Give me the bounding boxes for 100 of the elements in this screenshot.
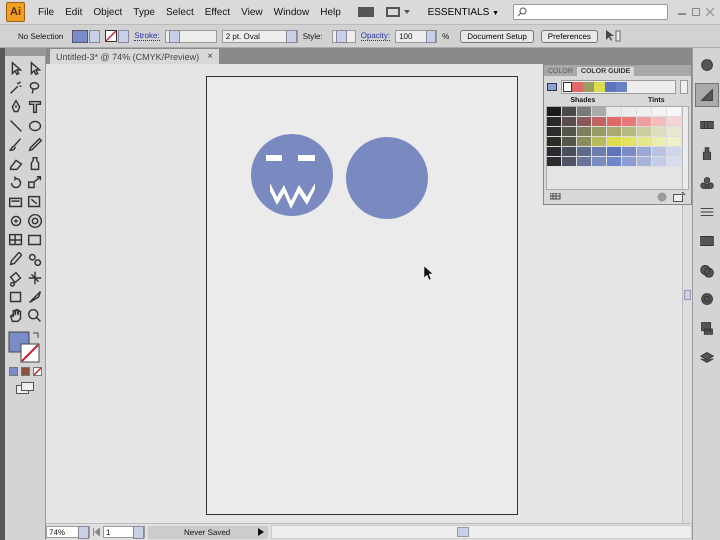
bridge-icon[interactable] bbox=[356, 5, 375, 19]
color-swatch[interactable] bbox=[562, 107, 577, 118]
stroke-color-dropdown[interactable] bbox=[105, 30, 130, 42]
menu-item[interactable]: Edit bbox=[60, 6, 88, 18]
opacity-label[interactable]: Opacity: bbox=[360, 31, 390, 41]
color-swatch[interactable] bbox=[652, 157, 667, 168]
color-swatch[interactable] bbox=[592, 127, 607, 138]
color-swatch[interactable] bbox=[547, 107, 562, 118]
menu-item[interactable]: File bbox=[33, 6, 60, 18]
color-swatch[interactable] bbox=[577, 157, 592, 168]
color-swatch[interactable] bbox=[592, 117, 607, 128]
crosshair-icon[interactable] bbox=[26, 269, 44, 287]
menu-item[interactable]: View bbox=[236, 6, 269, 18]
swatch-limit-icon[interactable] bbox=[550, 193, 562, 201]
maximize-icon[interactable] bbox=[692, 8, 700, 16]
color-swatch[interactable] bbox=[667, 107, 682, 118]
menu-item[interactable]: Object bbox=[88, 6, 128, 18]
panel-scrollbar[interactable] bbox=[682, 107, 688, 189]
color-swatch[interactable] bbox=[607, 107, 622, 118]
color-swatch[interactable] bbox=[637, 147, 652, 158]
color-swatch[interactable] bbox=[652, 107, 667, 118]
color-swatch[interactable] bbox=[592, 107, 607, 118]
color-swatch[interactable] bbox=[637, 157, 652, 168]
search-field[interactable] bbox=[513, 4, 668, 20]
color-swatch[interactable] bbox=[637, 127, 652, 138]
gradient-swatch-icon[interactable] bbox=[694, 83, 718, 107]
gradient-mode-icon[interactable] bbox=[20, 367, 30, 376]
color-swatch[interactable] bbox=[577, 137, 592, 148]
color-swatch[interactable] bbox=[607, 137, 622, 148]
color-swatch[interactable] bbox=[577, 107, 592, 118]
color-swatch[interactable] bbox=[547, 117, 562, 128]
stroke-weight-field[interactable] bbox=[164, 30, 217, 42]
stroke-label[interactable]: Stroke: bbox=[134, 31, 160, 41]
pencil-icon[interactable] bbox=[26, 136, 44, 154]
harmony-swatch[interactable] bbox=[583, 82, 594, 92]
zoom-dropdown[interactable]: 74% bbox=[46, 526, 90, 538]
color-wheel-icon[interactable] bbox=[657, 192, 667, 202]
eyedropper-icon[interactable] bbox=[6, 250, 24, 268]
color-swatch[interactable] bbox=[667, 127, 682, 138]
brush-dropdown[interactable]: 2 pt. Oval bbox=[222, 30, 298, 42]
color-swatch[interactable] bbox=[652, 117, 667, 128]
color-swatch[interactable] bbox=[652, 127, 667, 138]
toolbar-button[interactable]: Document Setup bbox=[460, 30, 534, 42]
color-swatch[interactable] bbox=[667, 157, 682, 168]
close-icon[interactable] bbox=[706, 8, 714, 16]
color-swatch[interactable] bbox=[667, 117, 682, 128]
horizontal-scrollbar[interactable] bbox=[271, 525, 692, 539]
color-swatch[interactable] bbox=[577, 127, 592, 138]
target-icon[interactable] bbox=[26, 212, 44, 230]
color-swatch[interactable] bbox=[637, 117, 652, 128]
color-swatch[interactable] bbox=[652, 147, 667, 158]
color-swatch[interactable] bbox=[622, 107, 637, 118]
style-dropdown[interactable] bbox=[332, 30, 356, 42]
color-swatch[interactable] bbox=[622, 127, 637, 138]
color-swatch[interactable] bbox=[622, 137, 637, 148]
color-swatch[interactable] bbox=[562, 157, 577, 168]
fill-color-dropdown[interactable] bbox=[72, 30, 100, 42]
menu-item[interactable]: Help bbox=[315, 6, 347, 18]
color-swatch[interactable] bbox=[607, 147, 622, 158]
color-swatch[interactable] bbox=[607, 127, 622, 138]
color-swatch[interactable] bbox=[562, 127, 577, 138]
color-swatch[interactable] bbox=[547, 127, 562, 138]
color-swatch[interactable] bbox=[577, 117, 592, 128]
color-swatch[interactable] bbox=[652, 137, 667, 148]
color-swatch[interactable] bbox=[577, 147, 592, 158]
color-swatch[interactable] bbox=[637, 137, 652, 148]
first-page-icon[interactable] bbox=[93, 528, 100, 536]
color-swatch[interactable] bbox=[622, 147, 637, 158]
harmony-base-icon[interactable] bbox=[547, 83, 557, 92]
color-swatch[interactable] bbox=[592, 157, 607, 168]
menu-item[interactable]: Effect bbox=[200, 6, 236, 18]
color-swatch[interactable] bbox=[607, 117, 622, 128]
color-swatch[interactable] bbox=[637, 107, 652, 118]
color-swatch[interactable] bbox=[547, 157, 562, 168]
color-swatch[interactable] bbox=[607, 157, 622, 168]
menu-item[interactable]: Select bbox=[160, 6, 200, 18]
none-mode-icon[interactable] bbox=[32, 367, 42, 376]
color-swatch[interactable] bbox=[547, 147, 562, 158]
page-dropdown[interactable]: 1 bbox=[103, 526, 145, 538]
opacity-field[interactable]: 100 bbox=[395, 30, 438, 42]
status-menu[interactable]: Never Saved bbox=[148, 526, 268, 538]
color-swatch[interactable] bbox=[622, 157, 637, 168]
color-swatch[interactable] bbox=[562, 117, 577, 128]
harmony-swatch[interactable] bbox=[572, 82, 583, 92]
color-swatch[interactable] bbox=[562, 147, 577, 158]
color-swatch[interactable] bbox=[592, 147, 607, 158]
fill-stroke-drawing[interactable] bbox=[8, 331, 42, 363]
magnifier-icon[interactable] bbox=[26, 307, 44, 325]
color-swatch[interactable] bbox=[562, 137, 577, 148]
save-group-icon[interactable] bbox=[673, 192, 685, 202]
color-swatch[interactable] bbox=[547, 137, 562, 148]
harmony-colors[interactable] bbox=[561, 80, 676, 94]
harmony-swatch[interactable] bbox=[563, 82, 572, 92]
arrange-documents-icon[interactable] bbox=[384, 5, 411, 19]
harmony-swatch[interactable] bbox=[605, 82, 616, 92]
screen-mode-icon[interactable] bbox=[16, 382, 34, 394]
color-mode-icon[interactable] bbox=[8, 367, 18, 376]
close-tab-button[interactable]: × bbox=[207, 51, 214, 62]
toolbar-button[interactable]: Preferences bbox=[540, 30, 598, 42]
menu-item[interactable]: Window bbox=[268, 6, 316, 18]
